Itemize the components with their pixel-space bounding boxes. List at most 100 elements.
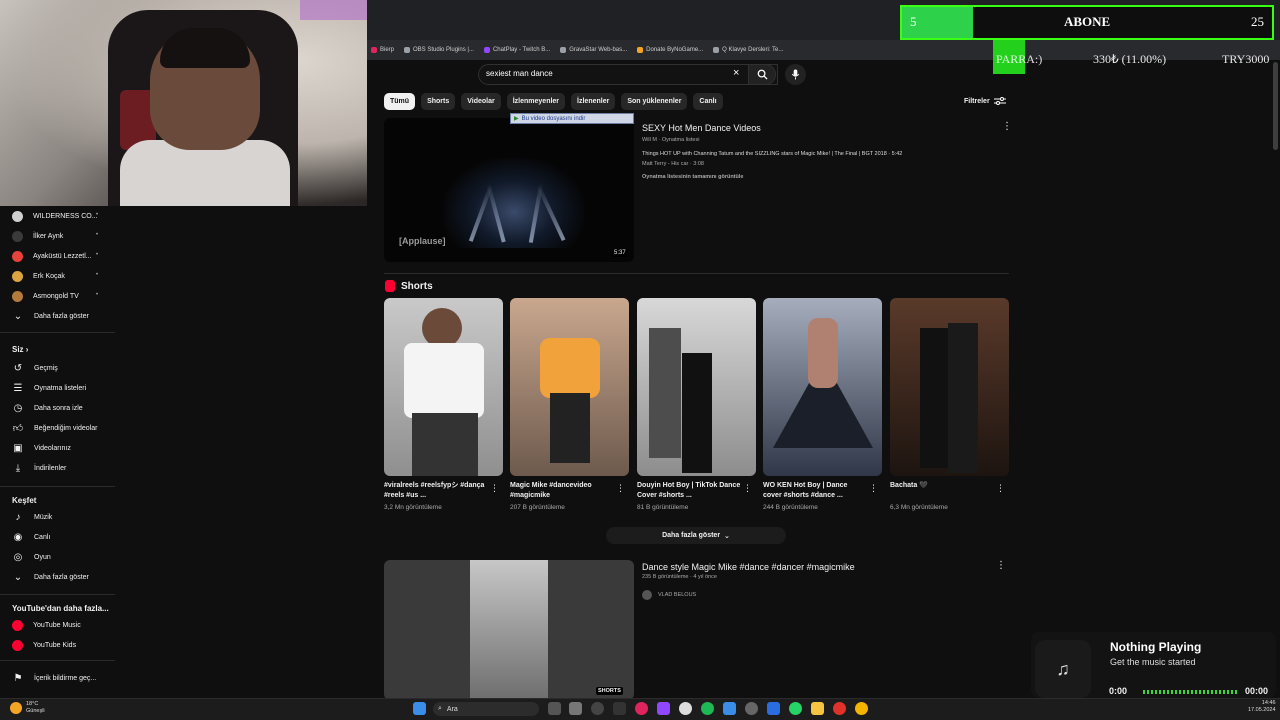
more-options-icon[interactable]: ⋮ (1002, 121, 1012, 132)
playlist-item[interactable]: Things HOT UP with Channing Tatum and th… (642, 151, 902, 157)
short-thumbnail[interactable] (637, 298, 756, 476)
chip-recent[interactable]: Son yüklenenler (621, 93, 688, 110)
download-video-bar[interactable]: ▶ Bu video dosyasını indir (510, 113, 634, 124)
taskbar-search[interactable]: ⌕ Ara (433, 702, 539, 716)
sidebar-item-label: Videolarınız (34, 444, 71, 452)
whatsapp-icon[interactable] (789, 702, 802, 715)
filters-button[interactable]: Filtreler (964, 96, 1006, 106)
bookmark-item[interactable]: ChatPlay - Twitch B... (483, 47, 550, 53)
sidebar-explore-heading: Keşfet (12, 496, 37, 505)
short-thumbnail[interactable] (510, 298, 629, 476)
chip-videos[interactable]: Videolar (461, 93, 501, 110)
video-thumbnail[interactable] (384, 560, 634, 700)
sidebar-show-more[interactable]: ⌄ Daha fazla göster (12, 306, 89, 326)
taskbar-clock[interactable]: 14:46 17.05.2024 (1248, 700, 1276, 714)
sidebar-item-downloads[interactable]: ⤓ İndirilenler (12, 458, 67, 478)
weather-widget[interactable]: 18°C Güneşli (26, 701, 45, 715)
sidebar-subscription[interactable]: Erk Koçak (12, 266, 65, 286)
short-thumbnail[interactable] (890, 298, 1009, 476)
sidebar-item-youtube-kids[interactable]: YouTube Kids (12, 635, 76, 655)
video-title[interactable]: Dance style Magic Mike #dance #dancer #m… (642, 562, 855, 572)
chrome-icon[interactable] (855, 702, 868, 715)
chip-shorts[interactable]: Shorts (421, 93, 456, 110)
sidebar-item-live[interactable]: ◉ Canlı (12, 527, 51, 547)
more-options-icon[interactable]: ⋮ (869, 483, 878, 494)
obs-icon[interactable] (591, 702, 604, 715)
more-options-icon[interactable]: ⋮ (743, 483, 752, 494)
clear-icon[interactable]: × (733, 67, 739, 79)
thumbs-up-icon: 👍︎ (12, 423, 24, 434)
bookmark-item[interactable]: Bierp (371, 47, 394, 53)
channel-name[interactable]: VLAD BELOUS (658, 592, 696, 598)
sidebar-subscription[interactable]: Asmongold TV (12, 286, 79, 306)
app-icon[interactable] (635, 702, 648, 715)
folder-icon[interactable] (811, 702, 824, 715)
sidebar-subscription[interactable]: Ayaküstü Lezzetl... (12, 246, 92, 266)
sidebar-item-report[interactable]: ⚑ İçerik bildirme geç... (12, 668, 97, 688)
app-icon[interactable] (723, 702, 736, 715)
live-dot: • (96, 212, 99, 218)
settings-icon[interactable] (745, 702, 758, 715)
more-options-icon[interactable]: ⋮ (490, 483, 499, 494)
short-title[interactable]: Bachata 🖤 (890, 481, 995, 491)
sun-icon (10, 702, 22, 714)
task-view-icon[interactable] (548, 702, 561, 715)
short-title[interactable]: WO KEN Hot Boy | Dance cover #shorts #da… (763, 481, 868, 501)
channel-avatar[interactable] (642, 590, 652, 600)
sidebar-item-history[interactable]: ↺ Geçmiş (12, 358, 58, 378)
sidebar-item-youtube-music[interactable]: YouTube Music (12, 615, 81, 635)
page-scrollbar[interactable] (1273, 62, 1278, 150)
shorts-heading: Shorts (401, 281, 433, 292)
chevron-down-icon: ⌄ (13, 310, 23, 322)
chip-unwatched[interactable]: İzlenmeyenler (506, 93, 566, 110)
sidebar-explore-more[interactable]: ⌄ Daha fazla göster (12, 567, 89, 587)
spotify-icon[interactable] (701, 702, 714, 715)
app-icon[interactable] (569, 702, 582, 715)
video-icon: ▣ (13, 442, 23, 454)
avatar (12, 230, 23, 242)
chip-watched[interactable]: İzlenenler (571, 93, 616, 110)
bookmark-item[interactable]: GravaStar Web-bas... (560, 47, 627, 53)
download-label: Bu video dosyasını indir (521, 115, 586, 122)
sidebar-item-watch-later[interactable]: ◷ Daha sonra izle (12, 398, 83, 418)
video-title[interactable]: SEXY Hot Men Dance Videos (642, 123, 761, 133)
youtube-kids-icon (12, 639, 23, 651)
sidebar-item-label: Geçmiş (34, 364, 58, 372)
voice-search-button[interactable] (785, 64, 806, 85)
short-thumbnail[interactable] (763, 298, 882, 476)
short-title[interactable]: #viralreels #reelsfypシ #dança #reels #us… (384, 481, 489, 501)
playlist-item[interactable]: Matt Terry - His car · 3:08 (642, 161, 704, 167)
short-views: 3,2 Mn görüntüleme (384, 504, 442, 511)
bookmark-item[interactable]: Donate ByNoGame... (637, 47, 703, 53)
sidebar-item-your-videos[interactable]: ▣ Videolarınız (12, 438, 71, 458)
view-full-playlist-link[interactable]: Oynatma listesinin tamamını görüntüle (642, 174, 743, 180)
bookmark-item[interactable]: OBS Studio Plugins |... (404, 47, 474, 53)
sidebar-item-liked[interactable]: 👍︎ Beğendiğim videolar (12, 418, 98, 438)
app-icon[interactable] (613, 702, 626, 715)
show-more-button[interactable]: Daha fazla göster ⌄ (606, 527, 786, 544)
mail-icon[interactable] (767, 702, 780, 715)
twitch-icon[interactable] (657, 702, 670, 715)
search-button[interactable] (748, 64, 776, 85)
sidebar-item-music[interactable]: ♪ Müzik (12, 507, 53, 527)
more-options-icon[interactable]: ⋮ (996, 483, 1005, 494)
opera-icon[interactable] (833, 702, 846, 715)
short-thumbnail[interactable] (384, 298, 503, 476)
more-options-icon[interactable]: ⋮ (616, 483, 625, 494)
sidebar-subscription[interactable]: İlker Aynk (12, 226, 63, 246)
sidebar-you-heading[interactable]: Siz › (12, 345, 28, 354)
windows-start-icon[interactable] (413, 702, 426, 715)
chip-all[interactable]: Tümü (384, 93, 416, 110)
bookmark-item[interactable]: Q Klavye Dersleri: Te... (713, 47, 783, 53)
more-options-icon[interactable]: ⋮ (996, 560, 1006, 571)
chip-live[interactable]: Canlı (693, 93, 723, 110)
sidebar-item-label: Oynatma listeleri (34, 384, 87, 392)
sidebar-item-gaming[interactable]: ◎ Oyun (12, 547, 51, 567)
app-icon[interactable] (679, 702, 692, 715)
now-playing-title: Nothing Playing (1110, 640, 1202, 654)
sidebar-subscription[interactable]: WILDERNESS CO... (12, 206, 98, 226)
video-meta[interactable]: Will M · Oynatma listesi (642, 137, 699, 143)
short-title[interactable]: Magic Mike #dancevideo #magicmike (510, 481, 615, 501)
short-title[interactable]: Douyin Hot Boy | TikTok Dance Cover #sho… (637, 481, 742, 501)
sidebar-item-playlists[interactable]: ☰ Oynatma listeleri (12, 378, 87, 398)
